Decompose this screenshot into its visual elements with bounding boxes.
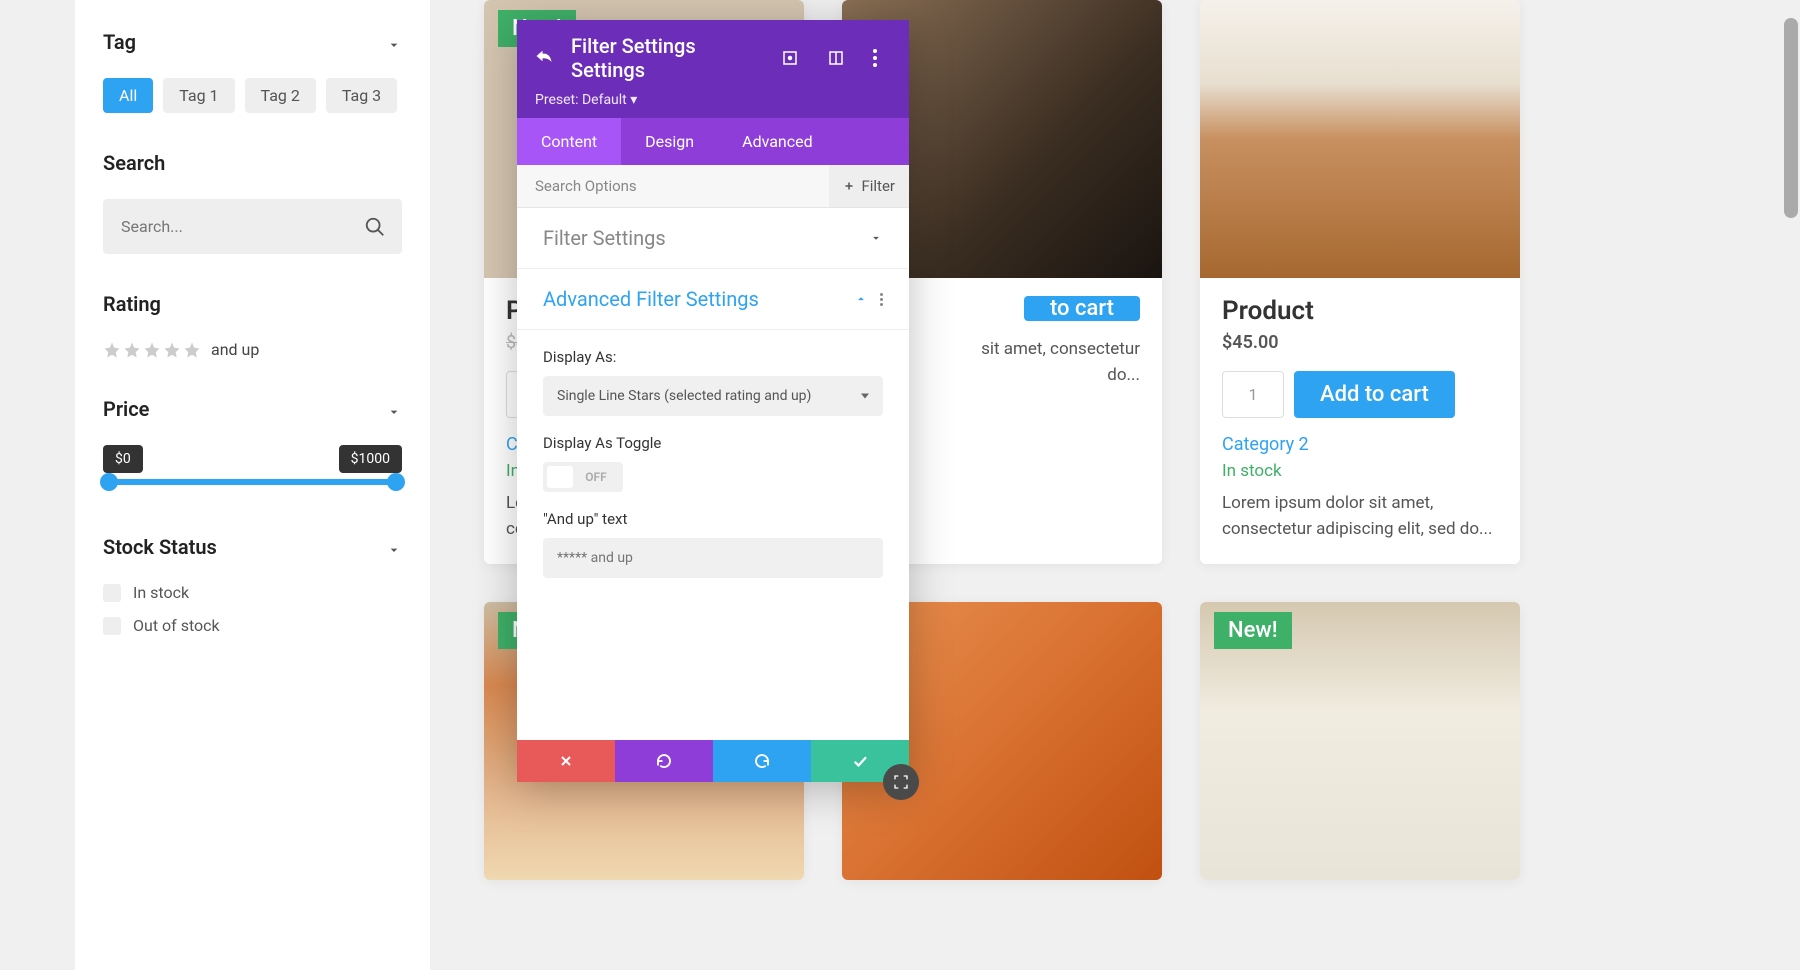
rating-label: Rating (103, 292, 161, 316)
modal-tabs: Content Design Advanced (517, 118, 909, 165)
display-toggle-label: Display As Toggle (543, 434, 883, 452)
more-icon[interactable] (880, 293, 883, 306)
slider-handle-min[interactable] (100, 473, 118, 491)
modal-title: Filter Settings Settings (571, 34, 753, 82)
rating-filter[interactable]: and up (103, 340, 402, 359)
tag-3[interactable]: Tag 3 (326, 78, 397, 113)
toggle-state: OFF (573, 470, 619, 484)
more-icon[interactable] (873, 49, 891, 67)
expand-icon[interactable] (781, 49, 799, 67)
modal-footer (517, 740, 909, 782)
display-toggle[interactable]: OFF (543, 462, 623, 492)
chevron-down-icon (869, 231, 883, 245)
tag-1[interactable]: Tag 1 (163, 78, 234, 113)
quantity-input[interactable] (1222, 371, 1284, 418)
search-input[interactable] (103, 199, 402, 254)
stock-instock[interactable]: In stock (103, 583, 402, 602)
tag-2[interactable]: Tag 2 (245, 78, 316, 113)
product-card: Product $45.00 Add to cart Category 2 In… (1200, 0, 1520, 564)
price-title: Price (103, 397, 402, 421)
stock-title: Stock Status (103, 535, 402, 559)
cancel-button[interactable] (517, 740, 615, 782)
toggle-knob (547, 466, 573, 488)
redo-button[interactable] (713, 740, 811, 782)
options-search-bar: Search Options Filter (517, 165, 909, 208)
price-min: $0 (103, 445, 143, 473)
rating-title: Rating (103, 292, 402, 316)
stock-opt-label: In stock (133, 583, 189, 602)
chevron-down-icon[interactable] (386, 34, 402, 50)
section-filter-settings[interactable]: Filter Settings (517, 208, 909, 269)
preset-label[interactable]: Preset: Default ▾ (535, 92, 891, 108)
filter-btn-label: Filter (861, 177, 895, 195)
price-max: $1000 (339, 445, 402, 473)
filter-settings-modal: Filter Settings Settings Preset: Default… (517, 20, 909, 782)
resize-handle[interactable] (883, 764, 919, 800)
chevron-up-icon (854, 292, 868, 306)
columns-icon[interactable] (827, 49, 845, 67)
modal-header: Filter Settings Settings Preset: Default… (517, 20, 909, 118)
new-badge: New! (1214, 612, 1292, 649)
search-title: Search (103, 151, 402, 175)
stock-outstock[interactable]: Out of stock (103, 616, 402, 635)
slider-handle-max[interactable] (387, 473, 405, 491)
chevron-down-icon[interactable] (386, 539, 402, 555)
tag-label: Tag (103, 30, 136, 54)
stock-label: Stock Status (103, 535, 217, 559)
checkbox-icon[interactable] (103, 617, 121, 635)
product-desc: Lorem ipsum dolor sit amet, consectetur … (1222, 491, 1498, 542)
display-as-select[interactable]: Single Line Stars (selected rating and u… (543, 376, 883, 416)
tab-advanced[interactable]: Advanced (718, 118, 837, 165)
tag-all[interactable]: All (103, 78, 153, 113)
filters-sidebar: Tag All Tag 1 Tag 2 Tag 3 Search Rating (75, 0, 430, 970)
tab-content[interactable]: Content (517, 118, 621, 165)
section-label: Advanced Filter Settings (543, 287, 759, 311)
product-image (1200, 0, 1520, 278)
rating-suffix: and up (211, 340, 259, 359)
search-box (103, 199, 402, 254)
search-options-input[interactable]: Search Options (517, 165, 829, 207)
tab-design[interactable]: Design (621, 118, 718, 165)
product-title: Product (1222, 296, 1498, 326)
scrollbar-thumb[interactable] (1784, 18, 1798, 218)
modal-body: Display As: Single Line Stars (selected … (517, 330, 909, 740)
back-icon[interactable] (535, 47, 553, 69)
stars-icon (103, 341, 201, 359)
undo-button[interactable] (615, 740, 713, 782)
price-slider[interactable]: $0 $1000 (103, 445, 402, 485)
display-as-label: Display As: (543, 348, 883, 366)
search-icon[interactable] (364, 216, 386, 238)
stock-opt-label: Out of stock (133, 616, 220, 635)
search-label: Search (103, 151, 165, 175)
section-advanced-filter-settings[interactable]: Advanced Filter Settings (517, 269, 909, 330)
category-link[interactable]: Category 2 (1222, 434, 1498, 455)
price-label: Price (103, 397, 149, 421)
product-image: New! (1200, 602, 1520, 880)
section-label: Filter Settings (543, 226, 666, 250)
andup-label: "And up" text (543, 510, 883, 528)
chevron-down-icon[interactable] (386, 401, 402, 417)
tag-list: All Tag 1 Tag 2 Tag 3 (103, 78, 402, 113)
filter-button[interactable]: Filter (829, 165, 909, 207)
add-to-cart-button[interactable]: to cart (1024, 296, 1140, 321)
andup-input[interactable] (543, 538, 883, 578)
stock-status: In stock (1222, 461, 1498, 481)
product-price: $45.00 (1222, 332, 1498, 353)
tag-title: Tag (103, 30, 402, 54)
checkbox-icon[interactable] (103, 584, 121, 602)
add-to-cart-button[interactable]: Add to cart (1294, 371, 1455, 418)
product-card: New! (1200, 602, 1520, 880)
